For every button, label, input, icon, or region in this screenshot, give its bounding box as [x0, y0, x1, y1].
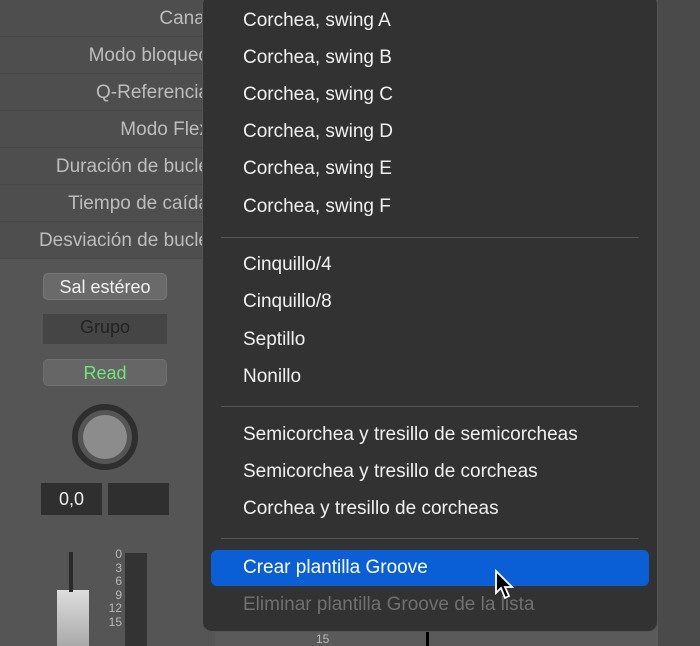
- divider-line: [426, 632, 429, 646]
- volume-fader[interactable]: [57, 590, 89, 646]
- meter-scale: 0 3 6 9 12 15: [100, 547, 122, 629]
- inspector-row[interactable]: Modo Flex: [0, 111, 215, 148]
- menu-item[interactable]: Cinquillo/4: [211, 247, 649, 283]
- group-slot[interactable]: Grupo: [43, 314, 167, 344]
- groove-context-menu: Corchea, swing A Corchea, swing B Corche…: [202, 0, 658, 632]
- menu-item[interactable]: Corchea, swing E: [211, 151, 649, 187]
- pan-knob[interactable]: [72, 404, 138, 470]
- menu-item[interactable]: Semicorchea y tresillo de corcheas: [211, 454, 649, 490]
- menu-item[interactable]: Corchea, swing C: [211, 77, 649, 113]
- menu-item[interactable]: Corchea, swing F: [211, 189, 649, 225]
- meter-tick: 3: [115, 560, 122, 575]
- menu-item[interactable]: Corchea, swing A: [211, 3, 649, 39]
- region-inspector: Canal Modo bloqueo Q-Referencia Modo Fle…: [0, 0, 215, 259]
- menu-item[interactable]: Corchea, swing D: [211, 114, 649, 150]
- background-area: [658, 0, 700, 646]
- remove-groove-template-item: Eliminar plantilla Groove de la lista: [243, 594, 535, 615]
- pan-value[interactable]: 0,0: [41, 483, 102, 515]
- inspector-row[interactable]: Desviación de bucle: [0, 222, 215, 259]
- meter-tick-background: 15: [316, 632, 330, 646]
- meter-tick: 9: [115, 587, 122, 602]
- inspector-row[interactable]: Canal: [0, 0, 215, 37]
- automation-mode-button[interactable]: Read: [43, 359, 167, 386]
- output-button[interactable]: Sal estéreo: [43, 273, 167, 300]
- inspector-row[interactable]: Duración de bucle: [0, 148, 215, 185]
- menu-item[interactable]: Semicorchea y tresillo de semicorcheas: [211, 417, 649, 453]
- menu-item[interactable]: Cinquillo/8: [211, 284, 649, 320]
- inspector-row[interactable]: Q-Referencia: [0, 74, 215, 111]
- fader-track: [69, 552, 73, 592]
- mouse-pointer-icon: [495, 569, 515, 600]
- inspector-row[interactable]: Modo bloqueo: [0, 37, 215, 74]
- menu-separator: [221, 538, 639, 539]
- menu-separator: [221, 237, 639, 238]
- menu-item[interactable]: Corchea, swing B: [211, 40, 649, 76]
- menu-item[interactable]: Corchea y tresillo de corcheas: [211, 491, 649, 527]
- level-meter: [125, 553, 147, 646]
- create-groove-template-item[interactable]: Crear plantilla Groove: [211, 550, 649, 586]
- meter-tick: 15: [108, 614, 122, 629]
- menu-item[interactable]: Nonillo: [211, 359, 649, 395]
- peak-display: [108, 483, 169, 515]
- meter-tick: 0: [115, 547, 122, 561]
- menu-item[interactable]: Septillo: [211, 322, 649, 358]
- meter-tick: 12: [108, 601, 122, 615]
- menu-separator: [221, 406, 639, 407]
- inspector-row[interactable]: Tiempo de caída: [0, 185, 215, 222]
- meter-tick: 6: [115, 574, 122, 588]
